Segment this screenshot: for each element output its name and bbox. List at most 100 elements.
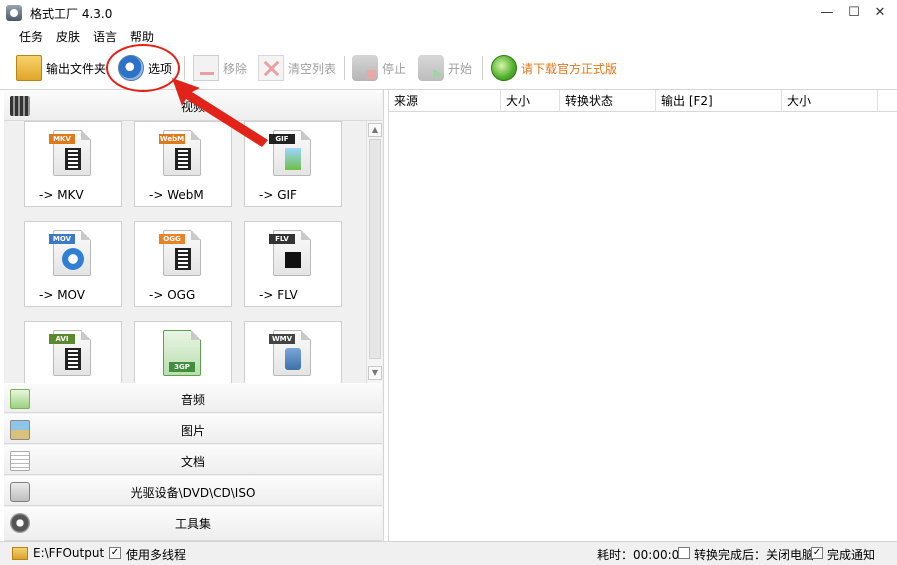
folder-icon [16, 55, 42, 81]
elapsed-time: 耗时：00:00:00 [597, 548, 687, 562]
start-icon [418, 55, 444, 81]
category-video-label: 视频 [180, 100, 205, 114]
format-grid: MKV -> MKV WebM -> WebM GIF -> GIF MOV -… [4, 121, 366, 383]
format-label: -> WebM [149, 188, 204, 202]
scroll-thumb[interactable] [369, 139, 381, 359]
category-panel: 视频 MKV -> MKV WebM -> WebM GIF -> GIF MO… [4, 90, 384, 541]
column-output[interactable]: 输出 [F2] [656, 90, 782, 112]
wmv-badge: WMV [269, 334, 295, 344]
toolbar-separator [482, 56, 483, 80]
status-bar: E:\FFOutput ✓ 使用多线程 耗时：00:00:00 转换完成后：关闭… [0, 541, 897, 565]
format-flv-tile[interactable]: FLV -> FLV [244, 221, 342, 307]
format-gif-tile[interactable]: GIF -> GIF [244, 121, 342, 207]
menu-skin[interactable]: 皮肤 [56, 28, 80, 45]
format-avi-tile[interactable]: AVI [24, 321, 122, 383]
remove-label: 移除 [223, 61, 248, 76]
notify-label: 完成通知 [827, 548, 876, 562]
remove-button[interactable]: 移除 [193, 52, 247, 84]
format-wmv-tile[interactable]: WMV [244, 321, 342, 383]
format-3gp-tile[interactable]: 3GP [134, 321, 232, 383]
avi-badge: AVI [49, 334, 75, 344]
clear-list-button[interactable]: 清空列表 [258, 52, 336, 84]
title-bar: 格式工厂 4.3.0 — ☐ ✕ [0, 0, 897, 26]
window-title: 格式工厂 4.3.0 [30, 7, 113, 21]
format-label: -> MKV [39, 188, 84, 202]
after-convert-label: 转换完成后：关闭电脑 [694, 548, 815, 562]
film-strip-icon [175, 148, 191, 170]
category-document-label: 文档 [180, 455, 205, 469]
flv-badge: FLV [269, 234, 295, 244]
film-strip-icon [175, 248, 191, 270]
format-label: -> GIF [259, 188, 297, 202]
output-folder-icon [12, 547, 28, 560]
film-strip-icon [65, 348, 81, 370]
output-folder-button[interactable]: 输出文件夹 [16, 52, 106, 84]
scroll-up-arrow-icon[interactable]: ▲ [368, 123, 382, 137]
start-label: 开始 [448, 61, 473, 76]
category-disc-label: 光驱设备\DVD\CD\ISO [130, 486, 256, 500]
column-source[interactable]: 来源 [389, 90, 501, 112]
category-tools[interactable]: 工具集 [4, 507, 382, 541]
clear-list-label: 清空列表 [288, 61, 337, 76]
ogg-badge: OGG [159, 234, 185, 244]
category-document[interactable]: 文档 [4, 445, 382, 475]
notify-checkbox[interactable]: ✓ [811, 547, 823, 559]
category-audio-label: 音频 [180, 393, 205, 407]
clear-icon [258, 55, 284, 81]
app-logo-icon [6, 5, 22, 21]
column-output-size[interactable]: 大小 [782, 90, 878, 112]
task-list-header: 来源 大小 转换状态 输出 [F2] 大小 [389, 90, 897, 112]
category-image[interactable]: 图片 [4, 414, 382, 444]
minimize-button[interactable]: — [813, 3, 841, 23]
stop-label: 停止 [382, 61, 407, 76]
format-ogg-tile[interactable]: OGG -> OGG [134, 221, 232, 307]
start-button[interactable]: 开始 [418, 52, 472, 84]
format-mov-tile[interactable]: MOV -> MOV [24, 221, 122, 307]
mov-badge: MOV [49, 234, 75, 244]
camera-icon [285, 348, 301, 370]
menu-task[interactable]: 任务 [19, 28, 43, 45]
webm-badge: WebM [159, 134, 185, 144]
download-official-label: 请下载官方正式版 [521, 61, 618, 76]
gif-badge: GIF [269, 134, 295, 144]
toolbar-separator [184, 56, 185, 80]
clapperboard-icon [285, 252, 301, 268]
download-official-button[interactable]: 请下载官方正式版 [491, 52, 617, 84]
format-label: -> FLV [259, 288, 298, 302]
output-path[interactable]: E:\FFOutput [33, 546, 104, 560]
stop-icon [352, 55, 378, 81]
column-status[interactable]: 转换状态 [560, 90, 656, 112]
shutdown-checkbox[interactable] [678, 547, 690, 559]
category-disc[interactable]: 光驱设备\DVD\CD\ISO [4, 476, 382, 506]
maximize-button[interactable]: ☐ [840, 3, 868, 23]
category-image-label: 图片 [180, 424, 205, 438]
download-globe-icon [491, 55, 517, 81]
format-webm-tile[interactable]: WebM -> WebM [134, 121, 232, 207]
column-size[interactable]: 大小 [501, 90, 560, 112]
format-scrollbar[interactable]: ▲ ▼ [366, 121, 382, 383]
task-list[interactable]: 来源 大小 转换状态 输出 [F2] 大小 [388, 90, 897, 541]
format-mkv-tile[interactable]: MKV -> MKV [24, 121, 122, 207]
category-tools-label: 工具集 [174, 517, 211, 531]
picture-icon [285, 148, 301, 170]
menu-language[interactable]: 语言 [93, 28, 117, 45]
film-strip-icon [65, 148, 81, 170]
toolbar-separator [344, 56, 345, 80]
menu-help[interactable]: 帮助 [130, 28, 154, 45]
remove-icon [193, 55, 219, 81]
scroll-down-arrow-icon[interactable]: ▼ [368, 366, 382, 380]
annotation-circle [106, 44, 180, 92]
mkv-badge: MKV [49, 134, 75, 144]
close-button[interactable]: ✕ [866, 3, 894, 23]
category-video[interactable]: 视频 [4, 90, 382, 121]
quicktime-icon [62, 248, 84, 270]
3gp-badge: 3GP [169, 362, 195, 372]
multithread-checkbox[interactable]: ✓ [109, 547, 121, 559]
format-label: -> OGG [149, 288, 196, 302]
category-audio[interactable]: 音频 [4, 383, 382, 413]
format-label: -> MOV [39, 288, 85, 302]
stop-button[interactable]: 停止 [352, 52, 406, 84]
menu-bar: 任务 皮肤 语言 帮助 [0, 26, 897, 46]
multithread-label: 使用多线程 [126, 548, 187, 562]
output-folder-label: 输出文件夹 [46, 61, 107, 76]
